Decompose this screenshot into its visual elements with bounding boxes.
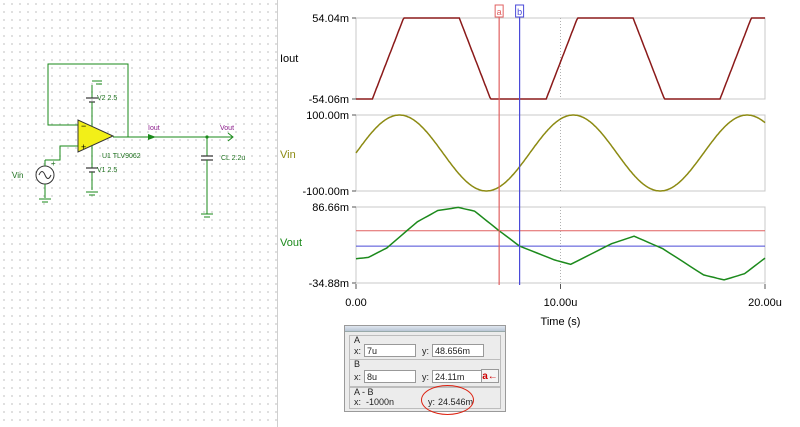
series-line-vin[interactable] [355, 114, 766, 192]
ytick-top-vout: 86.66m [312, 202, 349, 214]
series-label-vout: Vout [280, 237, 302, 249]
ytick-bottom-vout: -34.88m [309, 278, 349, 290]
cursor-a-y-field[interactable]: 48.656m [432, 344, 484, 357]
cursor-a-y-label: y: [422, 346, 430, 356]
cursor-b-x-field[interactable]: 8u [364, 370, 416, 383]
cursor-diff-x-label: x: [354, 397, 362, 407]
xtick-label-1: 10.00u [544, 297, 578, 309]
ytick-top-vin: 100.00m [306, 110, 349, 122]
cursor-b-title: B [354, 359, 361, 369]
cursor-b-label: b [517, 7, 522, 17]
cursor-b-group: B x: 8u y: 24.11m [349, 359, 501, 387]
cursor-b-y-field[interactable]: 24.11m [432, 370, 484, 383]
cursor-a-x-field[interactable]: 7u [364, 344, 416, 357]
xtick-label-0: 0.00 [345, 297, 366, 309]
cursor-a-label: a [497, 7, 502, 17]
set-cursor-a-button[interactable]: a← [481, 369, 499, 383]
x-axis-label: Time (s) [541, 316, 581, 328]
highlight-ellipse [421, 385, 474, 415]
panel-frame-vout [355, 206, 766, 284]
ytick-top-iout: 54.04m [312, 13, 349, 25]
cursor-b-x-label: x: [354, 372, 362, 382]
cursor-a-title: A [354, 335, 361, 345]
cursor-a-x-label: x: [354, 346, 362, 356]
xtick-label-2: 20.00u [748, 297, 782, 309]
series-label-vin: Vin [280, 149, 296, 161]
cursor-panel-titlebar[interactable] [345, 326, 505, 332]
cursor-b-y-label: y: [422, 372, 430, 382]
ytick-bottom-iout: -54.06m [309, 94, 349, 106]
series-label-iout: Iout [280, 53, 298, 65]
cursor-diff-x-value: -1000n [366, 397, 395, 407]
cursor-diff-title: A - B [354, 387, 374, 397]
ytick-bottom-vin: -100.00m [303, 186, 349, 198]
cursor-a-group: A x: 7u y: 48.656m [349, 335, 501, 360]
